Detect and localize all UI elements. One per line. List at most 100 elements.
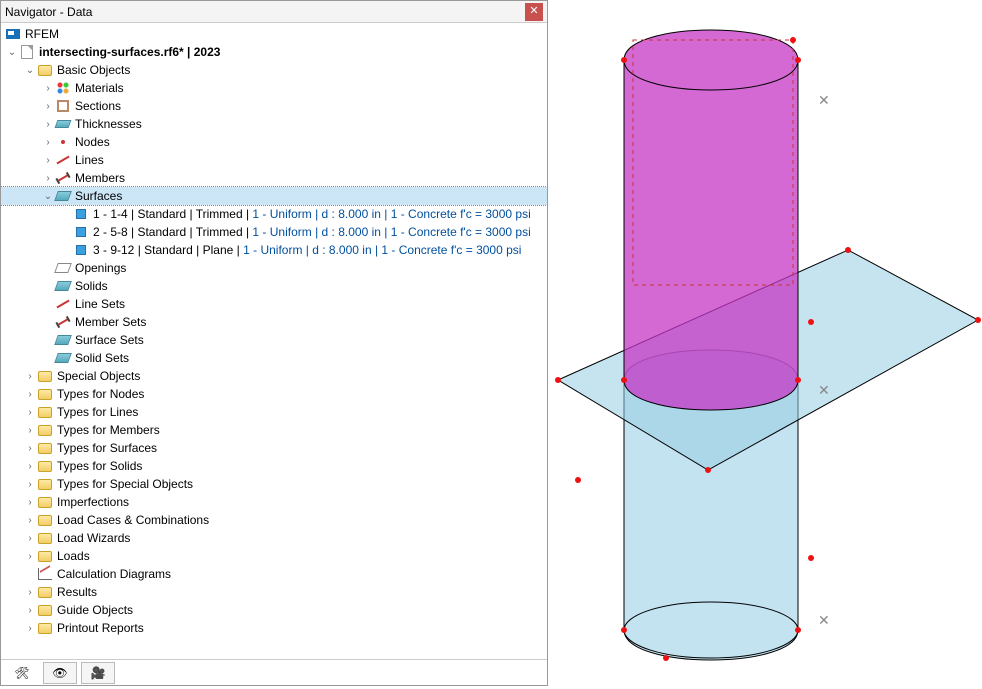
toggle-icon[interactable]: › [23, 425, 37, 436]
toggle-icon[interactable]: ⌄ [23, 65, 37, 76]
tree-view[interactable]: RFEM ⌄ intersecting-surfaces.rf6* | 2023… [1, 23, 547, 659]
folder-icon [37, 548, 53, 564]
footer-bar: 🛠 👁 🎥 [1, 659, 547, 685]
toggle-icon[interactable]: › [23, 461, 37, 472]
openings-node[interactable]: Openings [1, 259, 547, 277]
footer-tool-button[interactable]: 🛠 [5, 662, 39, 684]
line-icon [55, 296, 71, 312]
folder-node[interactable]: › Results [1, 583, 547, 601]
folder-label: Loads [55, 549, 90, 563]
member-icon [55, 170, 71, 186]
folder-label: Printout Reports [55, 621, 144, 635]
node-label: Member Sets [73, 315, 146, 329]
footer-eye-button[interactable]: 👁 [43, 662, 77, 684]
folder-node[interactable]: › Loads [1, 547, 547, 565]
surface-swatch-icon [73, 206, 89, 222]
thickness-icon [55, 116, 71, 132]
file-node[interactable]: ⌄ intersecting-surfaces.rf6* | 2023 [1, 43, 547, 61]
folder-node[interactable]: ›Types for Solids [1, 457, 547, 475]
svg-text:✕: ✕ [818, 92, 830, 108]
members-node[interactable]: › Members [1, 169, 547, 187]
folder-node[interactable]: ›Types for Lines [1, 403, 547, 421]
rfem-label: RFEM [23, 27, 59, 41]
toggle-icon[interactable]: ⌄ [41, 191, 55, 202]
folder-label: Types for Special Objects [55, 477, 193, 491]
toggle-icon[interactable]: › [23, 533, 37, 544]
node-label: Openings [73, 261, 126, 275]
folder-icon [37, 404, 53, 420]
surface-item[interactable]: 2 - 5-8 | Standard | Trimmed | 1 - Unifo… [1, 223, 547, 241]
toggle-icon[interactable]: › [23, 623, 37, 634]
folder-label: Types for Nodes [55, 387, 144, 401]
toggle-icon[interactable]: › [23, 407, 37, 418]
folder-icon [37, 458, 53, 474]
solidsets-node[interactable]: Solid Sets [1, 349, 547, 367]
toggle-icon[interactable]: › [23, 443, 37, 454]
node-label: Lines [73, 153, 104, 167]
toggle-icon[interactable]: › [23, 515, 37, 526]
basic-objects[interactable]: ⌄ Basic Objects [1, 61, 547, 79]
surface-item[interactable]: 3 - 9-12 | Standard | Plane | 1 - Unifor… [1, 241, 547, 259]
folder-label: Results [55, 585, 97, 599]
toggle-icon[interactable]: › [23, 371, 37, 382]
file-label: intersecting-surfaces.rf6* | 2023 [37, 45, 220, 59]
folder-icon [37, 476, 53, 492]
surfacesets-node[interactable]: Surface Sets [1, 331, 547, 349]
folder-node[interactable]: ›Imperfections [1, 493, 547, 511]
toggle-icon[interactable]: › [41, 155, 55, 166]
surface-swatch-icon [73, 224, 89, 240]
sections-node[interactable]: › Sections [1, 97, 547, 115]
folder-node[interactable]: › Guide Objects [1, 601, 547, 619]
footer-camera-button[interactable]: 🎥 [81, 662, 115, 684]
node-label: Line Sets [73, 297, 125, 311]
toggle-icon[interactable]: › [23, 479, 37, 490]
folder-label: Load Cases & Combinations [55, 513, 209, 527]
calc-diagrams-node[interactable]: Calculation Diagrams [1, 565, 547, 583]
solid-icon [55, 350, 71, 366]
node-label: Solid Sets [73, 351, 129, 365]
folder-label: Special Objects [55, 369, 140, 383]
node-icon [55, 134, 71, 150]
surface-item-label: 2 - 5-8 | Standard | Trimmed | 1 - Unifo… [91, 225, 531, 239]
folder-node[interactable]: ›Types for Surfaces [1, 439, 547, 457]
materials-node[interactable]: › Materials [1, 79, 547, 97]
linesets-node[interactable]: Line Sets [1, 295, 547, 313]
toggle-icon[interactable]: › [23, 587, 37, 598]
thicknesses-node[interactable]: › Thicknesses [1, 115, 547, 133]
model-viewport[interactable]: ✕ ✕ ✕ [548, 0, 982, 686]
nodes-node[interactable]: › Nodes [1, 133, 547, 151]
surface-icon [55, 260, 71, 276]
toggle-icon[interactable]: › [41, 119, 55, 130]
folder-node[interactable]: ›Load Wizards [1, 529, 547, 547]
eye-icon: 👁 [52, 666, 67, 680]
membersets-node[interactable]: Member Sets [1, 313, 547, 331]
folder-node[interactable]: ›Types for Members [1, 421, 547, 439]
node-label: Thicknesses [73, 117, 142, 131]
folder-node[interactable]: › Types for Nodes [1, 385, 547, 403]
root-rfem[interactable]: RFEM [1, 25, 547, 43]
node-label: Surface Sets [73, 333, 144, 347]
toggle-icon[interactable]: › [23, 605, 37, 616]
solids-node[interactable]: Solids [1, 277, 547, 295]
toggle-icon[interactable]: ⌄ [5, 47, 19, 58]
surface-item[interactable]: 1 - 1-4 | Standard | Trimmed | 1 - Unifo… [1, 205, 547, 223]
folder-label: Guide Objects [55, 603, 133, 617]
toggle-icon[interactable]: › [23, 497, 37, 508]
folder-node[interactable]: › Printout Reports [1, 619, 547, 637]
folder-node[interactable]: › Special Objects [1, 367, 547, 385]
folder-node[interactable]: › Types for Special Objects [1, 475, 547, 493]
surface-item-label: 1 - 1-4 | Standard | Trimmed | 1 - Unifo… [91, 207, 531, 221]
toggle-icon[interactable]: › [41, 83, 55, 94]
toggle-icon[interactable]: › [41, 101, 55, 112]
node-label: Members [73, 171, 125, 185]
surfaces-node[interactable]: ⌄ Surfaces [1, 187, 547, 205]
toggle-icon[interactable]: › [23, 389, 37, 400]
lines-node[interactable]: › Lines [1, 151, 547, 169]
close-button[interactable]: ✕ [525, 3, 543, 21]
svg-text:✕: ✕ [818, 612, 830, 628]
toggle-icon[interactable]: › [23, 551, 37, 562]
folder-node[interactable]: › Load Cases & Combinations [1, 511, 547, 529]
navigator-panel: Navigator - Data ✕ RFEM ⌄ intersecting-s… [0, 0, 548, 686]
toggle-icon[interactable]: › [41, 173, 55, 184]
toggle-icon[interactable]: › [41, 137, 55, 148]
